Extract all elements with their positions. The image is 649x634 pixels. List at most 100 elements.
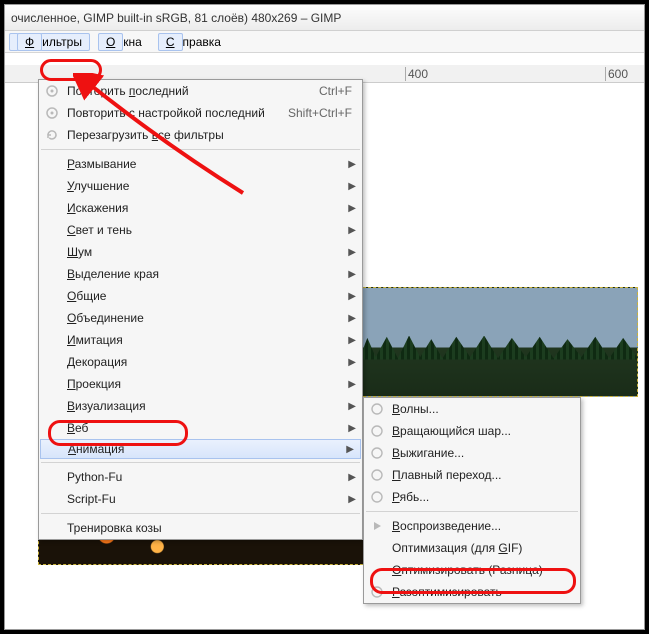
mi-combine[interactable]: Объединение ▶	[39, 307, 362, 329]
gear-icon	[45, 84, 59, 98]
label: Волны...	[392, 402, 439, 416]
chevron-right-icon: ▶	[348, 357, 356, 368]
mi-ripple[interactable]: Рябь...	[364, 486, 580, 508]
mi-artistic[interactable]: Имитация ▶	[39, 329, 362, 351]
mi-repeat-last[interactable]: Повторить последний Ctrl+F	[39, 80, 362, 102]
shortcut: Ctrl+F	[319, 84, 352, 98]
shortcut: Shift+Ctrl+F	[288, 106, 352, 120]
chevron-right-icon: ▶	[348, 247, 356, 258]
mi-playback[interactable]: Воспроизведение...	[364, 515, 580, 537]
separator	[41, 149, 360, 150]
label: Визуализация	[67, 399, 146, 413]
mi-optimize-diff[interactable]: Оптимизировать (Разница)	[364, 559, 580, 581]
title-bar: очисленное, GIMP built-in sRGB, 81 слоёв…	[5, 5, 644, 31]
mi-globe[interactable]: Вращающийся шар...	[364, 420, 580, 442]
label: Рябь...	[392, 490, 429, 504]
mi-reshow-last[interactable]: Повторить с настройкой последний Shift+C…	[39, 102, 362, 124]
label: Декорация	[67, 355, 127, 369]
label: Имитация	[67, 333, 123, 347]
mi-noise[interactable]: Шум ▶	[39, 241, 362, 263]
label: Script-Fu	[67, 492, 116, 506]
refresh-icon	[45, 128, 59, 142]
mi-enhance[interactable]: Улучшение ▶	[39, 175, 362, 197]
chevron-right-icon: ▶	[348, 269, 356, 280]
label: Воспроизведение...	[392, 519, 501, 533]
mi-generic[interactable]: Общие ▶	[39, 285, 362, 307]
canvas-image	[358, 287, 638, 397]
label: Вращающийся шар...	[392, 424, 511, 438]
label: Веб	[67, 421, 88, 435]
chevron-right-icon: ▶	[348, 335, 356, 346]
mi-goat[interactable]: Тренировка козы	[39, 517, 362, 539]
chevron-right-icon: ▶	[346, 444, 354, 455]
label: Повторить с настройкой последний	[67, 106, 265, 120]
chevron-right-icon: ▶	[348, 423, 356, 434]
mi-burn[interactable]: Выжигание...	[364, 442, 580, 464]
chevron-right-icon: ▶	[348, 401, 356, 412]
chevron-right-icon: ▶	[348, 225, 356, 236]
separator	[366, 511, 578, 512]
chevron-right-icon: ▶	[348, 159, 356, 170]
app-window: очисленное, GIMP built-in sRGB, 81 слоёв…	[4, 4, 645, 630]
chevron-right-icon: ▶	[348, 313, 356, 324]
mi-reset-filters[interactable]: Перезагрузить все фильтры	[39, 124, 362, 146]
chevron-right-icon: ▶	[348, 181, 356, 192]
label: Повторить последний	[67, 84, 189, 98]
gear-icon	[370, 468, 384, 482]
label: Улучшение	[67, 179, 129, 193]
label: Свет и тень	[67, 223, 132, 237]
gear-icon	[370, 402, 384, 416]
label: Тренировка козы	[67, 521, 162, 535]
mi-map[interactable]: Проекция ▶	[39, 373, 362, 395]
chevron-right-icon: ▶	[348, 379, 356, 390]
menu-bar: Фильтры Окна Справка	[5, 31, 644, 53]
mi-animation[interactable]: Анимация ▶	[40, 439, 361, 459]
label: Выделение края	[67, 267, 159, 281]
mi-edge[interactable]: Выделение края ▶	[39, 263, 362, 285]
label: Выжигание...	[392, 446, 464, 460]
chevron-right-icon: ▶	[348, 494, 356, 505]
label: Размывание	[67, 157, 136, 171]
mi-light[interactable]: Свет и тень ▶	[39, 219, 362, 241]
menu-windows[interactable]: Окна	[90, 33, 150, 51]
animation-submenu: Волны... Вращающийся шар... Выжигание...…	[363, 397, 581, 604]
label: Оптимизация (для GIF)	[392, 541, 522, 555]
label: Перезагрузить все фильтры	[67, 128, 224, 142]
mi-render[interactable]: Визуализация ▶	[39, 395, 362, 417]
label: Искажения	[67, 201, 128, 215]
chevron-right-icon: ▶	[348, 472, 356, 483]
chevron-right-icon: ▶	[348, 291, 356, 302]
separator	[41, 513, 360, 514]
gear-icon	[370, 585, 384, 599]
mi-web[interactable]: Веб ▶	[39, 417, 362, 439]
label: Анимация	[68, 442, 124, 456]
label: Python-Fu	[67, 470, 122, 484]
gear-icon	[45, 106, 59, 120]
menu-filters[interactable]: Фильтры	[9, 33, 90, 51]
mi-decor[interactable]: Декорация ▶	[39, 351, 362, 373]
mi-distort[interactable]: Искажения ▶	[39, 197, 362, 219]
label: Разоптимизировать	[392, 585, 502, 599]
mi-python-fu[interactable]: Python-Fu ▶	[39, 466, 362, 488]
gear-icon	[370, 490, 384, 504]
chevron-right-icon: ▶	[348, 203, 356, 214]
separator	[41, 462, 360, 463]
label: Шум	[67, 245, 92, 259]
mi-script-fu[interactable]: Script-Fu ▶	[39, 488, 362, 510]
label: Объединение	[67, 311, 144, 325]
label: Плавный переход...	[392, 468, 502, 482]
mi-blur[interactable]: Размывание ▶	[39, 153, 362, 175]
mi-unoptimize[interactable]: Разоптимизировать	[364, 581, 580, 603]
mi-waves[interactable]: Волны...	[364, 398, 580, 420]
label: Общие	[67, 289, 106, 303]
image-trees	[359, 336, 637, 360]
label: Проекция	[67, 377, 121, 391]
mi-optimize-gif[interactable]: Оптимизация (для GIF)	[364, 537, 580, 559]
filters-menu: Повторить последний Ctrl+F Повторить с н…	[38, 79, 363, 540]
mi-blend[interactable]: Плавный переход...	[364, 464, 580, 486]
gear-icon	[370, 424, 384, 438]
ruler-tick: 400	[405, 67, 428, 81]
label: Оптимизировать (Разница)	[392, 563, 543, 577]
play-icon	[370, 519, 384, 533]
menu-help[interactable]: Справка	[150, 33, 229, 51]
